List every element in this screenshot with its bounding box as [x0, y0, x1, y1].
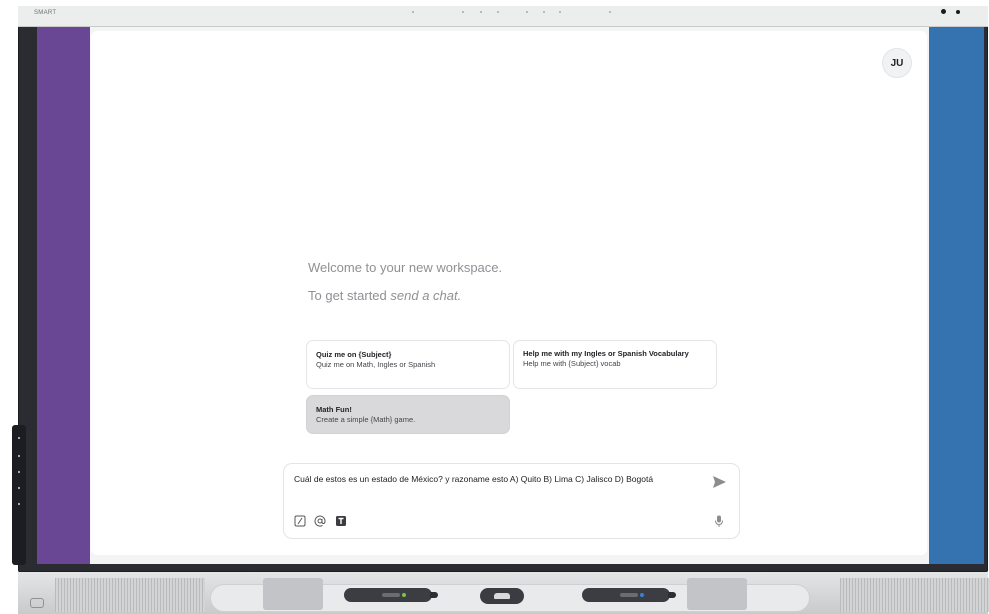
- right-background-panel: [929, 27, 984, 564]
- eraser-icon[interactable]: [480, 588, 524, 604]
- indicator-dot: [18, 471, 20, 473]
- get-started-emphasis: send a chat.: [390, 288, 462, 303]
- pen-icon[interactable]: [582, 588, 676, 602]
- bezel-top-strip: [18, 6, 988, 27]
- sensor-icon: [559, 11, 561, 13]
- microphone-icon[interactable]: [714, 515, 724, 528]
- brand-logo: SMART: [34, 10, 57, 16]
- sensor-icon: [497, 11, 499, 13]
- slash-command-icon[interactable]: [294, 515, 306, 527]
- side-control-panel: [12, 425, 26, 565]
- get-started-text: To get started send a chat.: [308, 288, 461, 303]
- speaker-grille-left: [55, 578, 205, 612]
- left-background-panel: [37, 27, 90, 564]
- suggestion-card-math-fun[interactable]: Math Fun! Create a simple {Math} game.: [306, 395, 510, 434]
- screen: JU Welcome to your new workspace. To get…: [37, 27, 984, 564]
- send-icon[interactable]: [711, 475, 727, 489]
- chat-composer: Cuál de estos es un estado de México? y …: [283, 463, 740, 539]
- sensor-icon: [412, 11, 414, 13]
- tray-pad-right: [687, 578, 747, 610]
- get-started-prefix: To get started: [308, 288, 391, 303]
- chat-input[interactable]: Cuál de estos es un estado de México? y …: [294, 474, 704, 502]
- indicator-dot: [18, 437, 20, 439]
- indicator-dot: [18, 455, 20, 457]
- camera-icon: [956, 10, 960, 14]
- suggestion-title: Math Fun!: [316, 405, 352, 414]
- suggestion-subtitle: Quiz me on Math, Ingles or Spanish: [316, 360, 436, 369]
- camera-icon: [941, 9, 946, 14]
- pen-icon[interactable]: [344, 588, 438, 602]
- sensor-icon: [526, 11, 528, 13]
- indicator-dot: [18, 487, 20, 489]
- sensor-icon: [543, 11, 545, 13]
- suggestion-title: Help me with my Ingles or Spanish Vocabu…: [523, 349, 689, 358]
- mention-icon[interactable]: [314, 515, 326, 527]
- sensor-icon: [480, 11, 482, 13]
- sensor-icon: [609, 11, 611, 13]
- suggestion-title: Quiz me on {Subject}: [316, 350, 392, 359]
- suggestion-card-vocabulary[interactable]: Help me with my Ingles or Spanish Vocabu…: [513, 340, 717, 389]
- sensor-icon: [462, 11, 464, 13]
- suggestion-card-quiz[interactable]: Quiz me on {Subject} Quiz me on Math, In…: [306, 340, 510, 389]
- speaker-grille-right: [840, 578, 989, 612]
- suggestion-subtitle: Create a simple {Math} game.: [316, 415, 416, 424]
- user-avatar[interactable]: JU: [882, 48, 912, 78]
- text-format-icon[interactable]: [335, 515, 347, 527]
- power-icon[interactable]: [30, 598, 44, 608]
- suggestion-subtitle: Help me with {Subject} vocab: [523, 359, 621, 368]
- indicator-dot: [18, 503, 20, 505]
- chat-workspace: JU Welcome to your new workspace. To get…: [91, 31, 927, 555]
- welcome-heading: Welcome to your new workspace.: [308, 260, 503, 275]
- tray-pad-left: [263, 578, 323, 610]
